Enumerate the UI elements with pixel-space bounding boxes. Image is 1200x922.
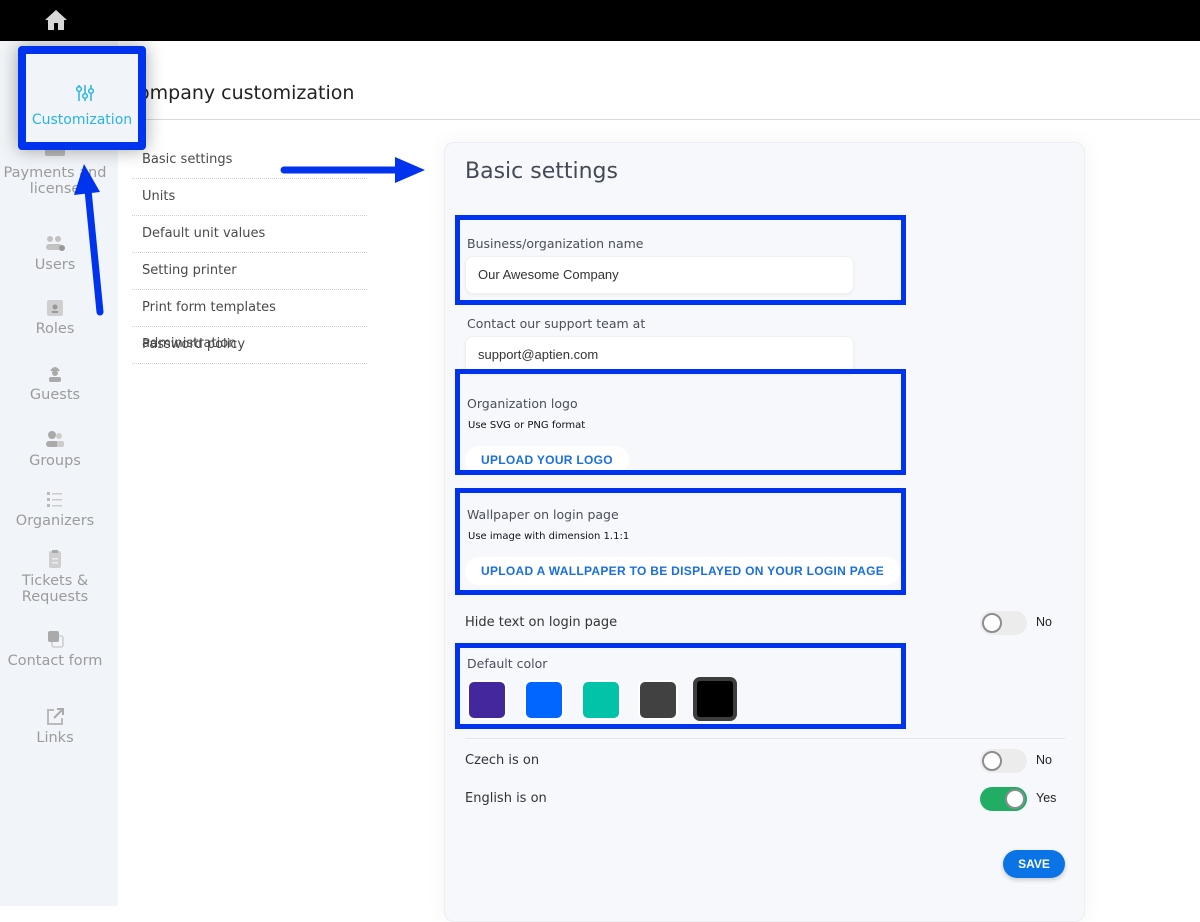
section-divider [465, 738, 1065, 739]
sidebar-item-label: Organizers [15, 513, 95, 529]
sidebar-item-guests[interactable]: Guests [0, 363, 110, 403]
sidebar-item-label: Groups [29, 453, 81, 469]
sidebar-item-contact-form[interactable]: Contact form [0, 629, 110, 669]
hard-hat-user-icon [49, 367, 61, 382]
annotation-arrow-up [74, 164, 104, 316]
sidebar-item-groups[interactable]: Groups [0, 429, 110, 469]
card-title: Basic settings [465, 159, 618, 184]
annotation-highlight-business-name [455, 215, 906, 305]
annotation-highlight-logo [455, 369, 906, 475]
list-icon [47, 492, 62, 507]
czech-toggle[interactable] [980, 749, 1027, 773]
sidebar-item-label: Contact form [7, 653, 103, 669]
sidebar-item-label: Roles [35, 321, 75, 337]
home-icon[interactable] [44, 9, 68, 31]
hide-text-label: Hide text on login page [465, 615, 618, 630]
submenu-item-setting-printer[interactable]: Setting printer [132, 253, 367, 290]
hide-text-value: No [1036, 615, 1052, 629]
annotation-highlight-default-color [455, 643, 906, 729]
toggle-knob [982, 613, 1002, 633]
sidebar-item-label: Customization [31, 112, 133, 128]
title-divider [118, 119, 1200, 120]
english-toggle[interactable] [980, 787, 1027, 811]
hide-text-toggle[interactable] [980, 611, 1027, 635]
english-value: Yes [1036, 791, 1057, 805]
sidebar-item-tickets[interactable]: Tickets & Requests [0, 549, 110, 605]
top-bar [0, 0, 1200, 41]
save-button[interactable]: SAVE [1003, 850, 1065, 878]
annotation-arrow-right [280, 157, 425, 183]
toggle-knob [982, 751, 1002, 771]
sidebar-item-label: Guests [29, 387, 81, 403]
submenu-item-default-unit-values[interactable]: Default unit values [132, 216, 367, 253]
sidebar-item-links[interactable]: Links [0, 706, 110, 746]
clipboard-icon [49, 550, 61, 568]
toggle-knob [1005, 789, 1025, 809]
external-link-icon [47, 708, 64, 725]
support-email-label: Contact our support team at [467, 316, 646, 331]
submenu-item-print-form-templates[interactable]: Print form templates administration [132, 290, 367, 351]
id-badge-icon [47, 300, 63, 316]
submenu-item-password-policy[interactable]: Password policy [132, 327, 367, 364]
page-title: ompany customization [138, 82, 355, 104]
english-label: English is on [465, 791, 547, 806]
sidebar-item-customization[interactable]: Customization [18, 46, 146, 150]
clone-icon [48, 631, 64, 648]
czech-label: Czech is on [465, 753, 540, 768]
sidebar-item-label: Tickets & Requests [21, 573, 89, 605]
sliders-icon [76, 85, 94, 101]
users-gear-icon [46, 236, 65, 251]
annotation-highlight-wallpaper [455, 488, 906, 595]
user-group-icon [46, 431, 64, 447]
sidebar-item-label: Links [36, 730, 74, 746]
czech-value: No [1036, 753, 1052, 767]
sidebar-item-organizers[interactable]: Organizers [0, 489, 110, 529]
